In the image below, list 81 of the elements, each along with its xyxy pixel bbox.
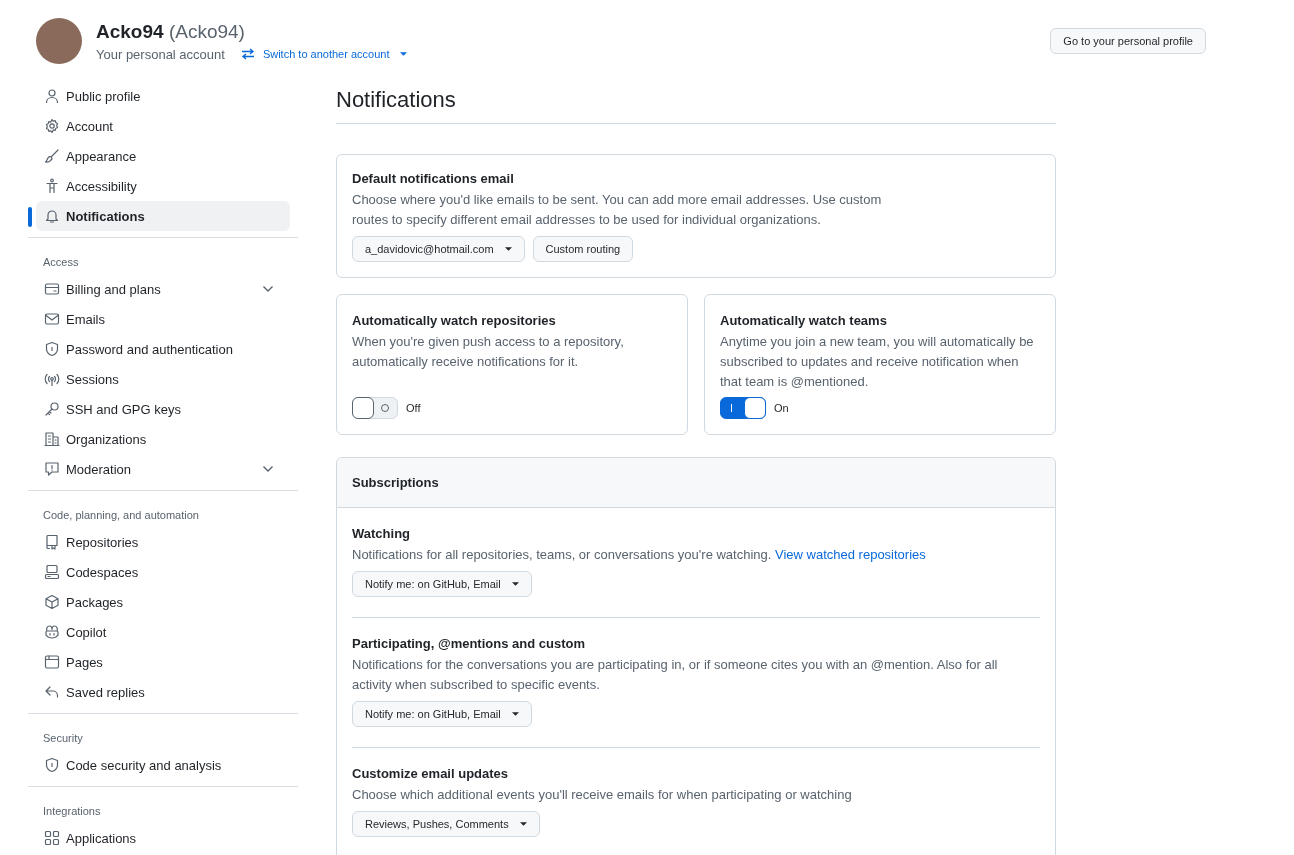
subscription-title: Watching (352, 526, 411, 541)
toggle-label: On (774, 402, 789, 414)
personal-profile-button[interactable]: Go to your personal profile (1050, 28, 1206, 54)
sidebar-icon (44, 624, 60, 640)
sidebar-icon (44, 594, 60, 610)
email-select[interactable]: a_davidovic@hotmail.com (352, 236, 525, 262)
sidebar-heading: Integrations (42, 804, 102, 819)
sidebar-heading: Security (42, 731, 84, 746)
sidebar-icon (44, 88, 60, 104)
sidebar-icon (44, 534, 60, 550)
sidebar-heading: Access (42, 255, 80, 270)
sidebar-item[interactable]: Repositories (36, 527, 290, 557)
card-description: When you're given push access to a repository, automatically receive notifications for it. (352, 333, 625, 371)
sidebar-icon (44, 148, 60, 164)
sidebar-item[interactable]: Public profile (36, 81, 290, 111)
sidebar-icon (44, 830, 60, 846)
sidebar-icon (44, 208, 60, 224)
subscription-description: Choose which additional events you'll receive emails for when participating or watching (352, 786, 853, 804)
sidebar-icon (44, 757, 60, 773)
sidebar-item[interactable]: Organizations (36, 424, 290, 454)
sidebar-icon (44, 461, 60, 477)
notify-select[interactable]: Reviews, Pushes, Comments (352, 811, 540, 837)
sidebar-icon (44, 401, 60, 417)
card-title: Automatically watch repositories (352, 313, 557, 328)
subscription-description: Notifications for the conversations you are participating in, or if someone cites you with an @mention. Also for all activity when subscribed to specific events. (352, 656, 999, 694)
sidebar-icon (44, 431, 60, 447)
sidebar-icon (44, 281, 60, 297)
sidebar-item[interactable]: Moderation (36, 454, 290, 484)
sidebar-icon (44, 371, 60, 387)
caret-icon (511, 582, 519, 586)
sidebar-item[interactable]: Emails (36, 304, 290, 334)
page-title: Notifications (336, 87, 1056, 124)
sidebar-heading: Code, planning, and automation (42, 508, 200, 523)
chevron-down-icon (262, 465, 274, 473)
caret-icon (504, 247, 512, 251)
toggle-switch[interactable] (720, 397, 766, 419)
sidebar-icon (44, 118, 60, 134)
sidebar-icon (44, 311, 60, 327)
sidebar-item[interactable]: Saved replies (36, 677, 290, 707)
panel-header: Subscriptions (337, 458, 1055, 508)
card-title: Automatically watch teams (720, 313, 888, 328)
sidebar-item[interactable]: Billing and plans (36, 274, 290, 304)
caret-icon (511, 712, 519, 716)
custom-routing-button[interactable]: Custom routing (532, 236, 634, 262)
sidebar-item[interactable]: Code security and analysis (36, 750, 290, 780)
chevron-down-icon (262, 285, 274, 293)
switch-account-link[interactable]: Switch to another account (240, 48, 408, 60)
sidebar-item[interactable]: Password and authentication (36, 334, 290, 364)
subscription-description: Notifications for all repositories, teams, or conversations you're watching. View watched repositories (352, 546, 927, 564)
card-description: Anytime you join a new team, you will automatically be subscribed to updates and receive notification when that team is @mentioned. (720, 333, 1035, 391)
sidebar-item[interactable]: Copilot (36, 617, 290, 647)
sidebar-item[interactable]: Appearance (36, 141, 290, 171)
sidebar-icon (44, 178, 60, 194)
notify-select[interactable]: Notify me: on GitHub, Email (352, 701, 532, 727)
sidebar-item[interactable]: Packages (36, 587, 290, 617)
switch-arrows-icon (240, 48, 255, 60)
watched-repos-link[interactable]: View watched repositories (775, 547, 926, 562)
account-subtitle: Your personal account (96, 46, 225, 62)
sidebar-icon (44, 341, 60, 357)
selection-indicator (28, 207, 32, 227)
sidebar-item[interactable]: Accessibility (36, 171, 290, 201)
card-description: Choose where you'd like emails to be sent. You can add more email addresses. Use custom routes to specify different email addresses to be used for individual organizations. (352, 191, 883, 229)
sidebar-icon (44, 654, 60, 670)
sidebar-item[interactable]: Sessions (36, 364, 290, 394)
sidebar-item[interactable]: Account (36, 111, 290, 141)
sidebar-item[interactable]: Pages (36, 647, 290, 677)
caret-icon (400, 52, 408, 56)
sidebar-item[interactable]: Notifications (36, 201, 290, 231)
sidebar-icon (44, 564, 60, 580)
avatar (36, 18, 82, 64)
toggle-label: Off (406, 402, 421, 414)
caret-icon (519, 822, 527, 826)
card-title: Default notifications email (352, 171, 515, 186)
notify-select[interactable]: Notify me: on GitHub, Email (352, 571, 532, 597)
subscription-title: Customize email updates (352, 766, 510, 781)
sidebar-item[interactable]: Codespaces (36, 557, 290, 587)
sidebar-icon (44, 684, 60, 700)
subscription-title: Participating, @mentions and custom (352, 636, 586, 651)
sidebar-item[interactable]: SSH and GPG keys (36, 394, 290, 424)
account-name: Acko94 (Acko94) (96, 20, 246, 43)
sidebar-item[interactable]: Applications (36, 823, 290, 853)
